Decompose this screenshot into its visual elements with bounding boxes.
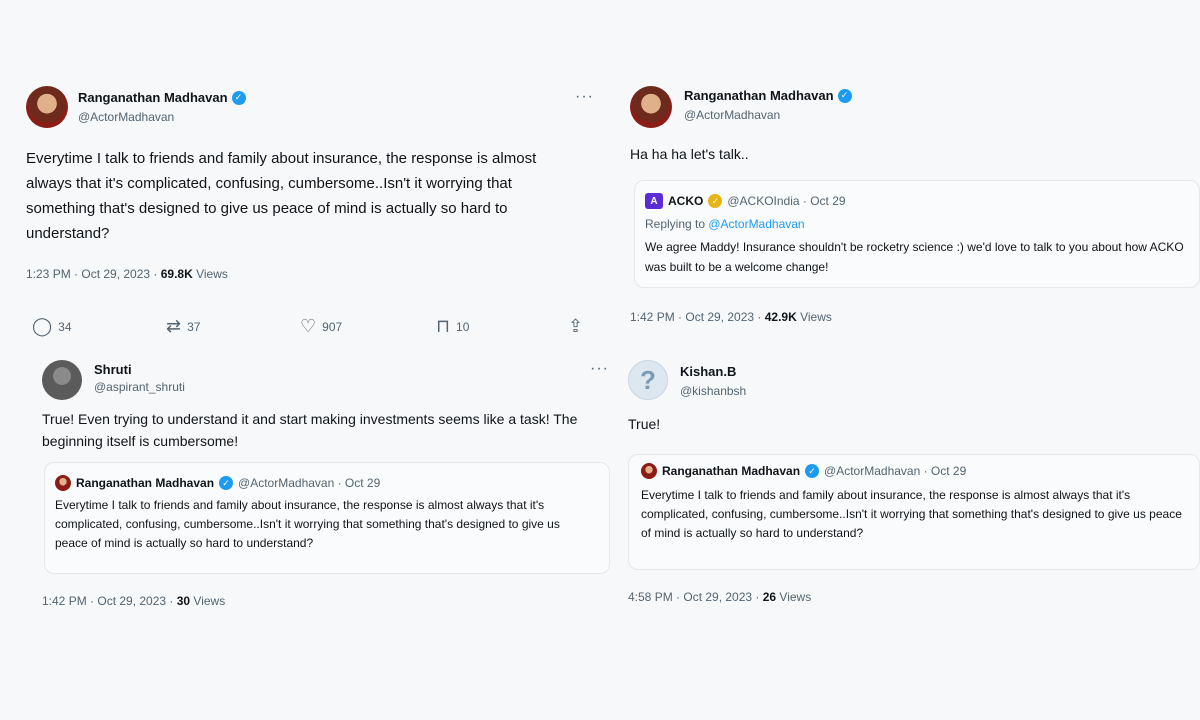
quote-text: Everytime I talk to friends and family a…	[55, 498, 560, 550]
bookmark-count: 10	[456, 319, 470, 334]
avatar[interactable]	[630, 86, 672, 128]
author-name[interactable]: Ranganathan Madhavan ✓	[78, 90, 246, 105]
quote-header: Ranganathan Madhavan ✓ @ActorMadhavan · …	[641, 463, 966, 479]
bookmark-button[interactable]: ⊓ 10	[436, 316, 469, 337]
reply-count: 34	[58, 319, 72, 334]
author-handle[interactable]: @aspirant_shruti	[94, 380, 185, 394]
share-button[interactable]: ⇪	[568, 316, 583, 337]
tweet-meta: 1:42 PM · Oct 29, 2023 · 30 Views	[42, 594, 226, 608]
share-icon: ⇪	[568, 316, 584, 336]
like-count: 907	[322, 319, 343, 334]
heart-icon: ♡	[300, 316, 317, 336]
tweet-meta: 1:42 PM · Oct 29, 2023 · 42.9K Views	[630, 310, 832, 324]
author-name[interactable]: Ranganathan Madhavan ✓	[684, 88, 852, 103]
like-button[interactable]: ♡ 907	[300, 316, 342, 337]
quote-header: A ACKO ✓ @ACKOIndia · Oct 29	[645, 193, 846, 209]
quote-text: Everytime I talk to friends and family a…	[641, 488, 1182, 540]
bookmark-icon: ⊓	[436, 316, 451, 336]
author-name[interactable]: Kishan.B	[680, 364, 736, 379]
author-handle[interactable]: @ActorMadhavan	[684, 108, 780, 122]
tweet-text: True! Even trying to understand it and s…	[42, 411, 578, 449]
more-options-icon[interactable]: ···	[590, 360, 609, 378]
reply-icon: ◯	[32, 316, 53, 336]
author-handle[interactable]: @kishanbsh	[680, 384, 746, 398]
repost-button[interactable]: ⇄ 37	[166, 316, 200, 337]
quoted-tweet[interactable]: A ACKO ✓ @ACKOIndia · Oct 29 Replying to…	[634, 180, 1200, 288]
replying-to: Replying to @ActorMadhavan	[645, 217, 805, 231]
verified-badge-icon: ✓	[708, 194, 723, 208]
tweet-text: Ha ha ha let's talk..	[630, 146, 749, 162]
acko-logo-icon: A	[645, 193, 663, 209]
tweet-meta: 1:23 PM · Oct 29, 2023 · 69.8K Views	[26, 267, 228, 281]
quote-text: We agree Maddy! Insurance shouldn't be r…	[645, 240, 1184, 274]
quote-avatar	[55, 475, 71, 491]
reply-button[interactable]: ◯ 34	[32, 316, 72, 337]
tweet-text: Everytime I talk to friends and family a…	[26, 150, 537, 242]
question-mark-icon: ?	[640, 364, 656, 395]
repost-icon: ⇄	[166, 316, 182, 336]
avatar[interactable]	[42, 360, 82, 400]
quoted-tweet[interactable]: Ranganathan Madhavan ✓ @ActorMadhavan · …	[44, 462, 610, 574]
verified-badge-icon: ✓	[219, 476, 234, 490]
avatar[interactable]: ?	[628, 360, 668, 400]
tweet-meta: 4:58 PM · Oct 29, 2023 · 26 Views	[628, 590, 812, 604]
quoted-tweet[interactable]: Ranganathan Madhavan ✓ @ActorMadhavan · …	[628, 454, 1200, 570]
quote-header: Ranganathan Madhavan ✓ @ActorMadhavan · …	[55, 475, 380, 491]
verified-badge-icon: ✓	[805, 464, 820, 478]
tweet-text: True!	[628, 416, 661, 432]
more-options-icon[interactable]: ···	[575, 88, 594, 106]
avatar[interactable]	[26, 86, 68, 128]
repost-count: 37	[187, 319, 201, 334]
author-handle[interactable]: @ActorMadhavan	[78, 110, 174, 124]
verified-badge-icon: ✓	[231, 90, 246, 105]
author-name[interactable]: Shruti	[94, 362, 132, 377]
quote-avatar	[641, 463, 657, 479]
verified-badge-icon: ✓	[837, 88, 852, 103]
